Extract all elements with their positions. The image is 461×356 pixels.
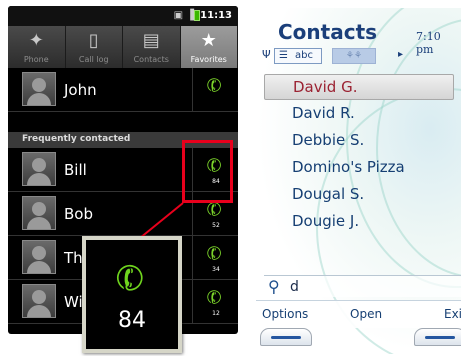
tab-groups[interactable]: ⚘⚘ <box>332 48 376 64</box>
contact-name: Bill <box>64 161 87 179</box>
list-item[interactable]: David R. <box>264 101 454 127</box>
search-bar: ⚲ <box>264 275 461 297</box>
tab-phone[interactable]: ✦ Phone <box>8 26 66 68</box>
tab-abc[interactable]: ☰ abc <box>274 48 322 64</box>
open-softkey[interactable]: Open <box>350 307 382 321</box>
page-title: Contacts <box>278 20 378 44</box>
tab-call-log[interactable]: ▯ Call log <box>66 26 123 68</box>
list-item[interactable]: Dougal S. <box>264 182 454 208</box>
star-icon: ★ <box>200 30 217 51</box>
nav-tabs: ☰ abc ⚘⚘ ▸ <box>274 48 434 64</box>
call-count: 52 <box>212 222 220 229</box>
call-count: 34 <box>212 266 220 273</box>
tab-label: Phone <box>23 55 49 64</box>
tab-bar: ✦ Phone ▯ Call log ▤ Contacts ★ Favorite… <box>8 26 238 68</box>
contact-name: David G. <box>293 78 358 96</box>
phone-tab-icon: ✦ <box>28 30 44 51</box>
battery-icon <box>194 10 200 21</box>
zoom-call-count: 84 <box>118 308 146 333</box>
left-hardware-key[interactable] <box>260 328 312 346</box>
contact-name: Domino's Pizza <box>292 158 405 176</box>
avatar <box>22 284 56 318</box>
right-hardware-key[interactable] <box>414 328 461 346</box>
tab-contacts[interactable]: ▤ Contacts <box>123 26 181 68</box>
list-item[interactable]: Dougie J. <box>264 209 454 235</box>
list-item[interactable]: Debbie S. <box>264 128 454 154</box>
avatar <box>22 240 56 274</box>
search-icon: ⚲ <box>268 277 280 296</box>
phone-icon: ✆ <box>203 241 226 267</box>
status-clock: 11:13 <box>200 10 232 21</box>
arrow-right-icon[interactable]: ▸ <box>398 49 403 60</box>
avatar <box>22 196 56 230</box>
call-button[interactable]: ✆ <box>192 68 238 112</box>
call-button[interactable]: ✆ 34 <box>192 236 238 280</box>
index-icon: ☰ <box>279 50 288 61</box>
call-log-icon: ▯ <box>88 30 99 51</box>
softkey-bar: Options Open Exi <box>256 300 461 328</box>
tab-favorites[interactable]: ★ Favorites <box>180 26 238 68</box>
contacts-icon: ▤ <box>142 30 160 51</box>
tab-label: abc <box>295 50 313 61</box>
contact-name: Bob <box>64 205 93 223</box>
status-bar: ▣ ▐ 11:13 <box>8 6 238 26</box>
antenna-icon: Ψ <box>262 48 271 61</box>
options-softkey[interactable]: Options <box>262 307 308 321</box>
call-button[interactable]: ✆ 12 <box>192 280 238 324</box>
list-item[interactable]: Domino's Pizza <box>264 155 454 181</box>
signal-icon: ▣ ▐ <box>173 10 194 21</box>
highlight-box <box>182 140 233 203</box>
search-input[interactable] <box>290 278 450 296</box>
tab-label: Call log <box>78 55 109 64</box>
avatar <box>22 72 56 106</box>
comparison-screenshot: ▣ ▐ 11:13 ✦ Phone ▯ Call log ▤ Contacts … <box>0 0 461 356</box>
contact-name: John <box>64 81 97 99</box>
contact-name: Dougie J. <box>292 212 360 230</box>
zoom-callout: ✆ 84 <box>82 236 182 353</box>
list-item[interactable]: David G. <box>264 74 454 100</box>
phone-icon: ✆ <box>110 255 151 303</box>
phone-icon: ✆ <box>203 73 226 99</box>
exit-softkey[interactable]: Exi <box>444 307 461 321</box>
contact-name: Dougal S. <box>292 185 365 203</box>
group-icon: ⚘⚘ <box>345 51 363 61</box>
contact-name: David R. <box>292 104 355 122</box>
section-header-label: Frequently contacted <box>22 134 131 144</box>
contact-name: Debbie S. <box>292 131 365 149</box>
tab-label: Favorites <box>190 55 227 64</box>
phone-icon: ✆ <box>203 285 226 311</box>
tab-label: Contacts <box>133 55 169 64</box>
nokia-contacts-screen: Contacts 7:10 pm Ψ ☰ abc ⚘⚘ ▸ David G. D… <box>256 8 461 354</box>
contact-row-john[interactable]: John ✆ <box>8 68 238 112</box>
call-count: 12 <box>212 310 220 317</box>
avatar <box>22 152 56 186</box>
